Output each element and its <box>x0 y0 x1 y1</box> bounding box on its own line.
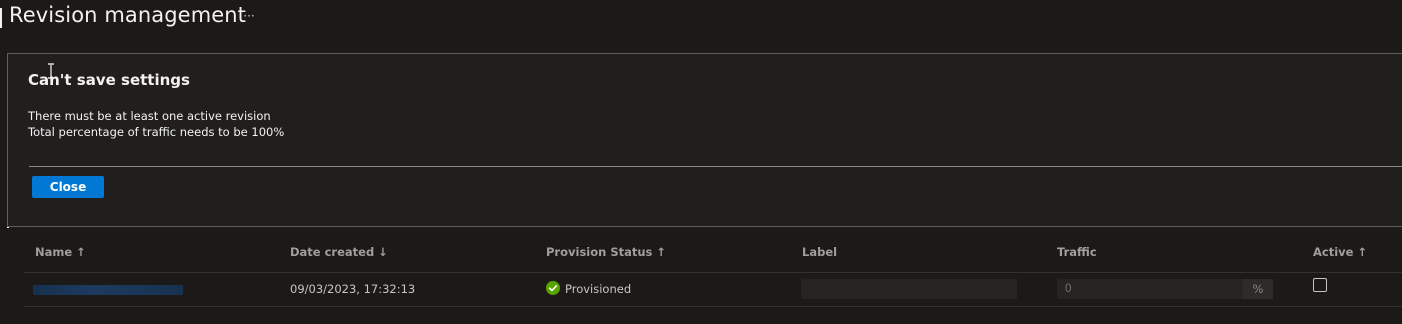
dialog-message: There must be at least one active revisi… <box>28 109 271 123</box>
revisions-table: Name ↑ Date created ↓ Provision Status ↑… <box>24 234 1402 307</box>
dialog-divider <box>29 166 1402 167</box>
column-header-traffic: Traffic <box>1057 245 1097 259</box>
column-header-active[interactable]: Active ↑ <box>1313 245 1367 259</box>
active-checkbox[interactable] <box>1313 278 1327 292</box>
label-input[interactable] <box>801 279 1017 299</box>
table-header-row: Name ↑ Date created ↓ Provision Status ↑… <box>24 234 1402 273</box>
column-header-name[interactable]: Name ↑ <box>35 245 86 259</box>
check-circle-icon <box>546 281 560 295</box>
more-options-button[interactable]: ··· <box>240 7 258 25</box>
column-header-provision-status[interactable]: Provision Status ↑ <box>546 245 666 259</box>
revision-name-link[interactable] <box>33 285 183 295</box>
error-dialog: Can't save settings There must be at lea… <box>7 53 1402 227</box>
table-row: 09/03/2023, 17:32:13 Provisioned % <box>24 273 1402 307</box>
column-header-date-created[interactable]: Date created ↓ <box>290 245 388 259</box>
date-created-cell: 09/03/2023, 17:32:13 <box>290 282 416 296</box>
dialog-message: Total percentage of traffic needs to be … <box>28 125 285 139</box>
traffic-percent-suffix: % <box>1243 279 1273 299</box>
close-button[interactable]: Close <box>32 176 104 198</box>
dialog-title: Can't save settings <box>28 71 190 89</box>
provision-status-text: Provisioned <box>565 282 632 296</box>
column-header-label: Label <box>802 245 838 259</box>
traffic-input[interactable] <box>1057 279 1243 299</box>
page-title: Revision management <box>9 3 247 27</box>
title-accent-bar <box>0 8 2 28</box>
page-header: Revision management ··· <box>0 0 1402 34</box>
